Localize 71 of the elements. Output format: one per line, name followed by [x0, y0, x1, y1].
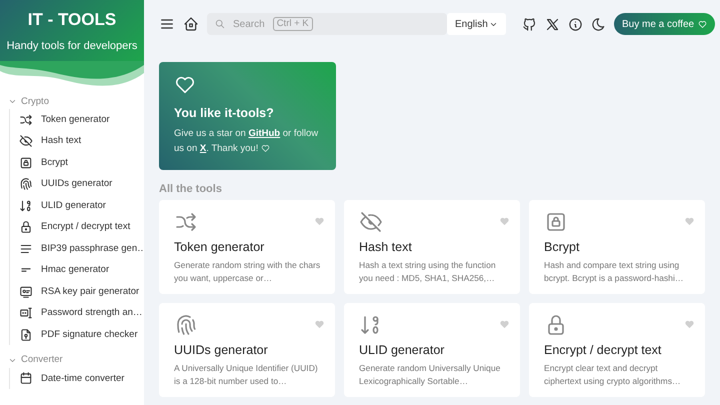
sidebar-item[interactable]: Hash text	[41, 130, 82, 152]
github-button[interactable]	[522, 16, 537, 32]
search-icon	[215, 19, 225, 29]
section-title: All the tools	[159, 182, 223, 196]
group-label[interactable]: Converter	[21, 353, 63, 368]
tool-title: Bcrypt	[544, 240, 580, 255]
app-subtitle: Handy tools for developers	[6, 39, 138, 54]
tool-title: Encrypt / decrypt text	[544, 343, 662, 358]
heart-icon	[174, 74, 196, 96]
home-icon	[183, 16, 199, 32]
sidebar-item[interactable]: PDF signature checker	[41, 324, 138, 346]
sidebar-item[interactable]: Encrypt / decrypt text	[41, 216, 130, 238]
app-title: IT - TOOLS	[26, 10, 118, 30]
tool-description: Generate random Universally Unique Lexicographically Sortable…	[359, 362, 502, 388]
fingerprint-icon	[19, 177, 33, 191]
tool-title: ULID generator	[359, 343, 446, 358]
sidebar-item[interactable]: Hmac generator	[41, 259, 110, 281]
tool-description: Generate random string with the chars you want, uppercase or…	[174, 259, 322, 285]
sidebar-item[interactable]: Token generator	[41, 108, 110, 130]
tool-card[interactable]: Hash text Hash a text string using the function you need : MD5, SHA1, SHA256,…	[344, 200, 520, 294]
tool-card[interactable]: Token generator Generate random string with the chars you want, uppercase or…	[159, 200, 335, 294]
sidebar-item[interactable]: Bcrypt	[41, 152, 68, 174]
lock-box-icon	[19, 156, 33, 170]
heart-icon	[698, 20, 708, 28]
eye-off-icon	[19, 134, 33, 148]
tool-description: Hash and compare text string using bcrypt. Bcrypt is a password-hashi…	[544, 259, 684, 285]
tool-card[interactable]: UUIDs generator A Universally Unique Identifier (UUID) is a 128-bit number used to…	[159, 303, 335, 397]
tool-card[interactable]: Bcrypt Hash and compare text string using bcrypt. Bcrypt is a password-hashi…	[529, 200, 705, 294]
calendar-icon	[19, 371, 33, 386]
search-placeholder: Search	[233, 18, 265, 32]
tool-card[interactable]: ULID generator Generate random Universally Unique Lexicographically Sortable…	[344, 303, 520, 397]
sidebar-item[interactable]: ULID generator	[41, 194, 106, 216]
shuffle-icon	[19, 112, 33, 126]
sidebar-item[interactable]: Password strength an…	[41, 302, 142, 324]
shortcut-hint: Ctrl + K	[272, 17, 313, 31]
github-link[interactable]: GitHub	[248, 128, 280, 139]
tool-card[interactable]: Encrypt / decrypt text Encrypt clear text and decrypt ciphertext using crypto algorithms…	[529, 303, 705, 397]
x-button[interactable]	[545, 16, 560, 32]
tool-description: Hash a text string using the function you need : MD5, SHA1, SHA256,…	[359, 259, 497, 285]
tool-description: Encrypt clear text and decrypt ciphertext using crypto algorithms…	[544, 362, 682, 388]
moon-icon	[591, 16, 606, 32]
promo-text: Give us a star on GitHub or follow us on X. Thank you!	[174, 127, 320, 156]
home-button[interactable]	[183, 16, 199, 32]
lock-box-icon	[544, 210, 568, 234]
sidebar-item[interactable]: UUIDs generator	[41, 173, 112, 195]
file-icon	[19, 328, 33, 342]
shuffle-icon	[174, 210, 198, 234]
eye-off-icon	[359, 210, 383, 234]
group-label[interactable]: Crypto	[21, 94, 49, 109]
lock-icon	[19, 220, 33, 234]
sort-digits-icon	[19, 198, 33, 212]
x-logo-icon	[545, 16, 560, 32]
tool-title: Hash text	[359, 240, 413, 255]
coffee-button[interactable]: Buy me a coffee	[614, 13, 716, 35]
x-link[interactable]: X	[200, 143, 206, 154]
fingerprint-icon	[174, 313, 198, 337]
info-button[interactable]	[568, 16, 583, 32]
theme-button[interactable]	[591, 16, 606, 32]
tool-description: A Universally Unique Identifier (UUID) is a 128-bit number used to…	[174, 362, 319, 388]
sidebar-item[interactable]: Date-time converter	[41, 368, 124, 389]
promo-title: You like it-tools?	[174, 106, 275, 121]
heart-icon	[260, 144, 270, 153]
text-cursor-icon	[19, 306, 33, 320]
language-select[interactable]: English	[447, 13, 506, 35]
sidebar-item[interactable]: BIP39 passphrase gen…	[41, 238, 144, 260]
tool-title: Token generator	[174, 240, 266, 255]
tool-title: UUIDs generator	[174, 343, 269, 358]
github-icon	[522, 16, 537, 32]
sidebar-item[interactable]: RSA key pair generator	[41, 280, 140, 302]
info-icon	[568, 16, 583, 32]
id-card-icon	[19, 284, 33, 298]
